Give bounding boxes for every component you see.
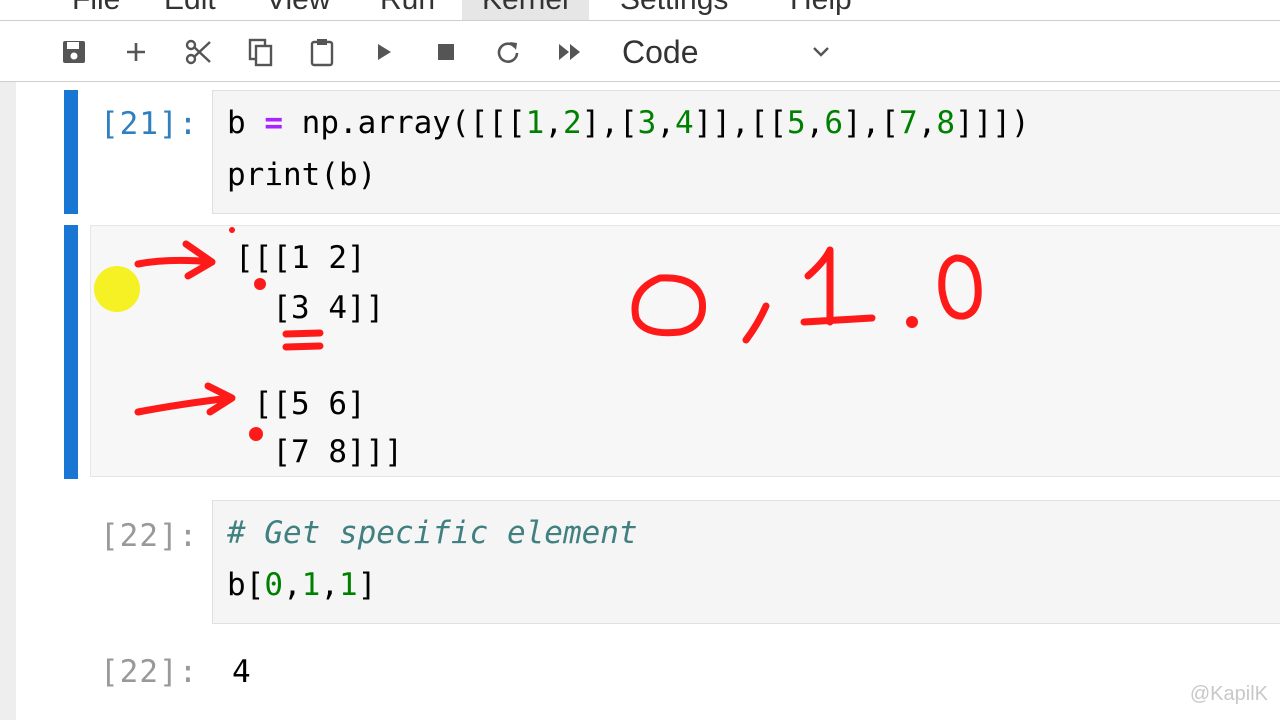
arrow-annotation xyxy=(134,382,236,416)
underline-annotation xyxy=(282,329,324,351)
handwritten-zero xyxy=(938,254,982,320)
handwritten-dot xyxy=(906,316,918,328)
ink-dot xyxy=(229,227,235,233)
ink-annotations xyxy=(134,227,982,441)
ink-dot xyxy=(254,278,266,290)
ink-dot xyxy=(249,427,263,441)
watermark: @KapilK xyxy=(1189,683,1268,705)
handwritten-comma xyxy=(742,302,770,344)
handwritten-one xyxy=(800,246,876,326)
handwritten-zero xyxy=(631,274,707,337)
arrow-annotation xyxy=(134,240,216,280)
